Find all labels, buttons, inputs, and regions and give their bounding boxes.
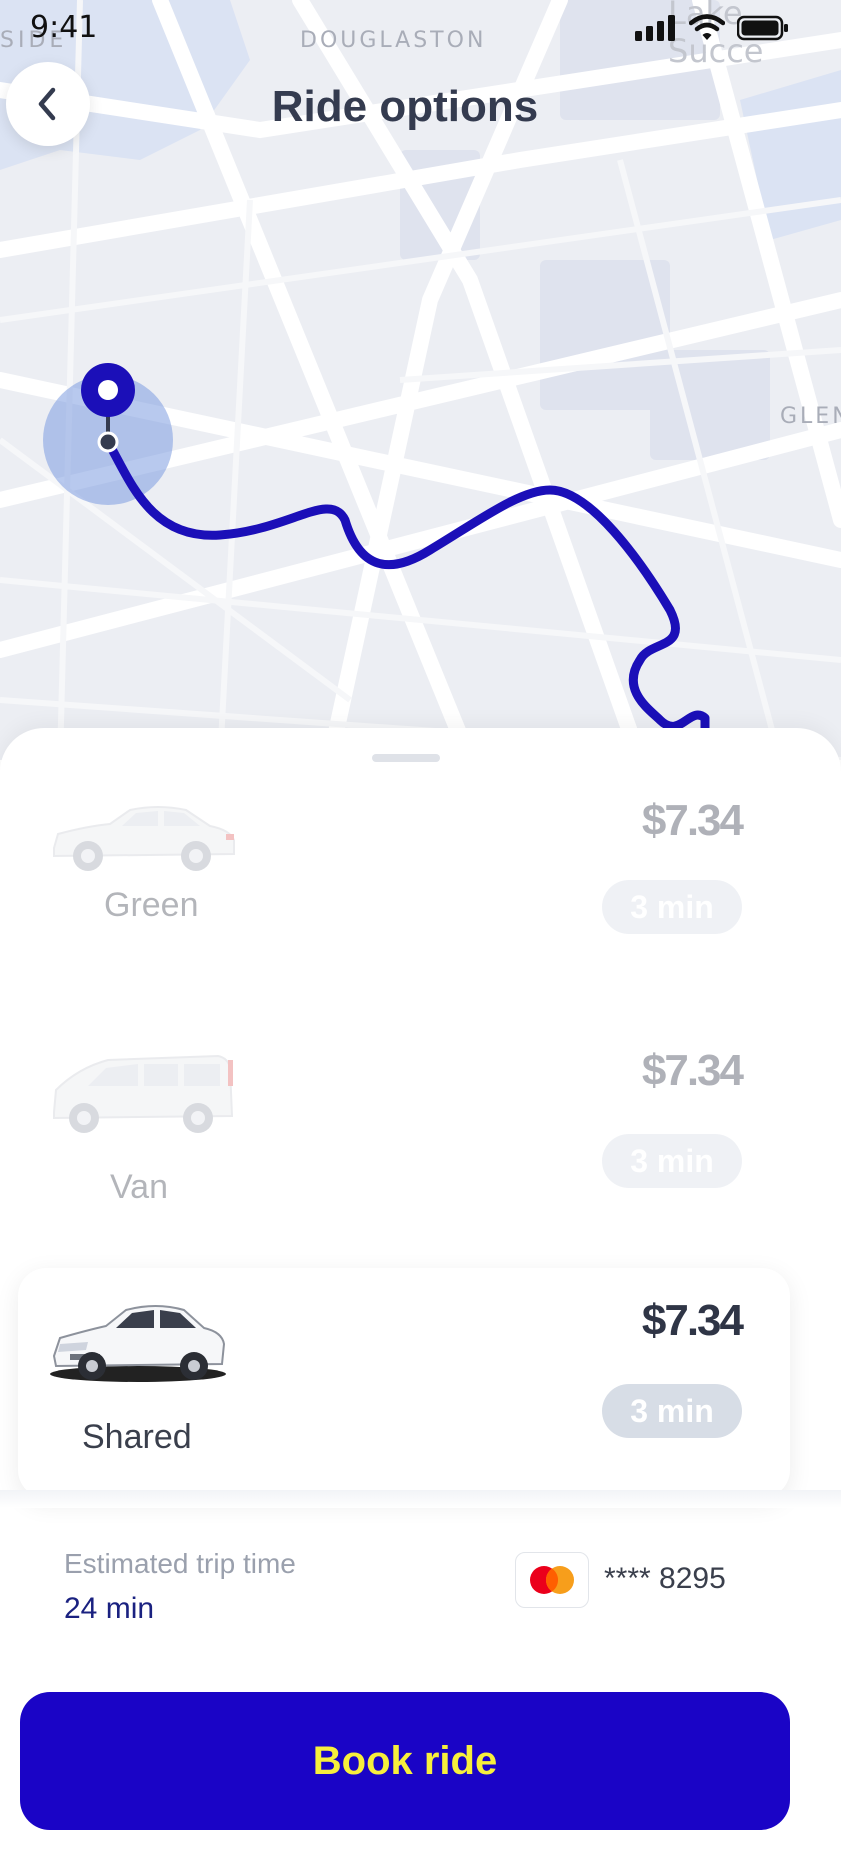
battery-icon <box>737 15 788 41</box>
mastercard-icon <box>530 1566 574 1594</box>
card-number: **** 8295 <box>604 1562 726 1595</box>
map-label-glen: GLEN <box>780 404 841 429</box>
eta-badge: 3 min <box>602 1134 742 1188</box>
payment-method-button[interactable] <box>515 1552 589 1608</box>
ride-name: Van <box>110 1168 168 1206</box>
ride-options-screen: SIDE DOUGLASTON GLEN Lake Succe 9:41 <box>0 0 841 1868</box>
ride-name: Green <box>104 886 199 924</box>
ride-option-green[interactable]: Green $7.34 3 min <box>18 768 790 998</box>
eta-badge: 3 min <box>602 1384 742 1438</box>
ride-price: $7.34 <box>641 796 744 845</box>
estimated-trip-label: Estimated trip time <box>64 1548 296 1579</box>
book-ride-button[interactable]: Book ride <box>20 1692 790 1830</box>
ride-price: $7.34 <box>641 1296 744 1345</box>
van-icon <box>53 1054 234 1133</box>
sedan-car-icon <box>53 806 235 871</box>
sedan-car-icon <box>50 1305 226 1382</box>
eta-badge: 3 min <box>602 880 742 934</box>
divider <box>0 1490 841 1508</box>
ride-price: $7.34 <box>641 1046 744 1095</box>
ride-name: Shared <box>82 1418 192 1456</box>
sheet-drag-handle[interactable] <box>372 754 440 762</box>
wifi-icon <box>689 14 725 40</box>
ride-option-shared[interactable]: Shared $7.34 3 min <box>18 1268 790 1498</box>
page-title: Ride options <box>271 82 539 131</box>
cellular-signal-icon <box>635 15 675 41</box>
status-time: 9:41 <box>30 10 98 45</box>
status-icons <box>635 14 789 42</box>
ride-option-van[interactable]: Van $7.34 3 min <box>18 1018 790 1248</box>
estimated-trip-value: 24 min <box>64 1592 155 1625</box>
status-bar: 9:41 <box>0 0 841 60</box>
